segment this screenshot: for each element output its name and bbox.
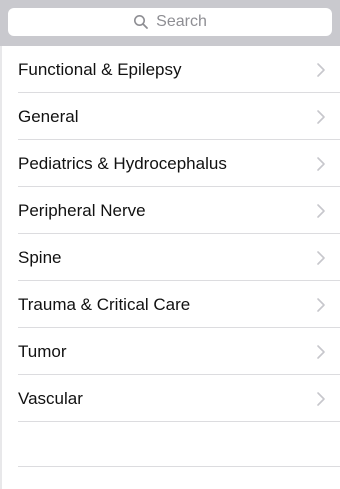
chevron-right-icon bbox=[317, 250, 325, 265]
list-item-spine[interactable]: Spine bbox=[0, 234, 340, 281]
list-item-vascular[interactable]: Vascular bbox=[0, 375, 340, 422]
list-item-trauma-critical-care[interactable]: Trauma & Critical Care bbox=[0, 281, 340, 328]
search-placeholder: Search bbox=[156, 13, 207, 30]
search-input[interactable]: Search bbox=[8, 8, 332, 36]
category-list: Functional & Epilepsy General Pediatrics… bbox=[0, 46, 340, 422]
list-item-label: Pediatrics & Hydrocephalus bbox=[18, 153, 227, 173]
list-item-label: Vascular bbox=[18, 388, 83, 408]
list-item-label: Spine bbox=[18, 247, 62, 267]
list-item-label: Trauma & Critical Care bbox=[18, 294, 191, 314]
list-item-tumor[interactable]: Tumor bbox=[0, 328, 340, 375]
category-list-screen: Search Functional & Epilepsy General Ped… bbox=[0, 0, 340, 489]
chevron-right-icon bbox=[317, 156, 325, 171]
list-item-label: General bbox=[18, 106, 79, 126]
chevron-right-icon bbox=[317, 109, 325, 124]
chevron-right-icon bbox=[317, 203, 325, 218]
chevron-right-icon bbox=[317, 62, 325, 77]
search-bar: Search bbox=[0, 0, 340, 46]
list-item-peripheral-nerve[interactable]: Peripheral Nerve bbox=[0, 187, 340, 234]
empty-row-divider bbox=[18, 466, 340, 467]
list-item-label: Functional & Epilepsy bbox=[18, 59, 182, 79]
chevron-right-icon bbox=[317, 391, 325, 406]
list-item-label: Peripheral Nerve bbox=[18, 200, 146, 220]
search-icon bbox=[134, 15, 149, 29]
list-item-pediatrics-hydrocephalus[interactable]: Pediatrics & Hydrocephalus bbox=[0, 140, 340, 187]
list-item-general[interactable]: General bbox=[0, 93, 340, 140]
list-item-label: Tumor bbox=[18, 341, 67, 361]
chevron-right-icon bbox=[317, 297, 325, 312]
chevron-right-icon bbox=[317, 344, 325, 359]
list-item-functional-epilepsy[interactable]: Functional & Epilepsy bbox=[0, 46, 340, 93]
